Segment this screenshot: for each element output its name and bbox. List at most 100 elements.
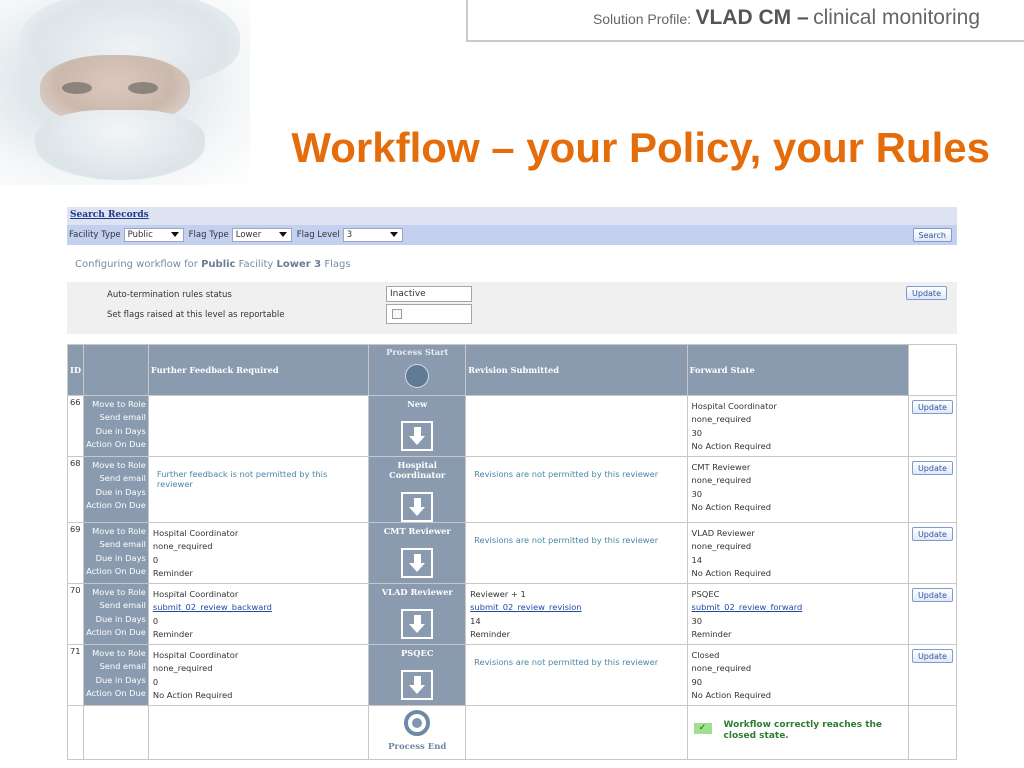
revision-cell-value [470, 413, 682, 426]
facility-type-select[interactable]: Public [123, 228, 184, 242]
key-label: Move to Role [92, 460, 146, 470]
workflow-row: 66 Move to Role Send email Due in Days Actio… [66, 395, 958, 457]
revision-cell-value [470, 427, 682, 440]
revision-cell-note: Revisions are not permitted by this revi… [474, 469, 659, 479]
row-update-button[interactable]: Update [911, 649, 953, 663]
revision-cell-note: Revisions are not permitted by this revi… [474, 535, 659, 545]
chevron-down-icon [278, 232, 287, 237]
further-cell-value [153, 400, 364, 413]
end-action-cell [907, 705, 958, 760]
row-key-labels: Move to Role Send email Due in Days Action … [83, 395, 149, 457]
keys-header [83, 344, 149, 396]
left-eye [62, 82, 92, 94]
row-update-button[interactable]: Update [911, 461, 953, 475]
reportable-checkbox[interactable] [392, 309, 402, 319]
forward-cell-value: VLAD Reviewer [691, 528, 755, 538]
settings-panel: Auto-termination rules status Inactive S… [67, 282, 957, 334]
revision-cell-email-link[interactable]: submit_02_review_revision [470, 601, 682, 614]
success-message: ✓ Workflow correctly reaches the closed … [688, 706, 908, 756]
forward-cell-email-link[interactable]: submit_02_review_forward [692, 601, 904, 614]
key-label: Send email [99, 600, 146, 611]
further-cell-value: Hospital Coordinator [152, 650, 239, 660]
forward-cell: Hospital Coordinator none_required 30 No Ac… [686, 395, 909, 457]
further-cell-value [153, 427, 364, 440]
revision-cell: Reviewer + 1 submit_02_review_revision 14 R… [465, 583, 688, 645]
further-cell-value: 0 [152, 676, 159, 687]
process-end-label: Process End [388, 742, 447, 752]
down-arrow-icon [401, 492, 434, 522]
end-revision-cell [465, 705, 688, 760]
further-cell-value: Reminder [152, 628, 193, 639]
auto-termination-label: Auto-termination rules status [107, 290, 232, 300]
slide-title: Workflow – your Policy, your Rules [291, 124, 990, 171]
further-cell: Hospital Coordinator none_required 0 Remind… [147, 522, 370, 584]
search-button[interactable]: Search [912, 228, 952, 242]
flag-type-select[interactable]: Lower [231, 228, 292, 242]
profile-box: Solution Profile: VLAD CM – clinical mon… [466, 0, 1024, 42]
reportable-field [386, 304, 472, 324]
profile-description: clinical monitoring [813, 6, 980, 29]
forward-cell-value: No Action Required [691, 567, 771, 578]
row-update-button[interactable]: Update [911, 400, 953, 414]
facility-type-label: Facility Type [69, 230, 121, 240]
process-start-icon [405, 364, 430, 388]
forward-cell: Closed none_required 90 No Action Required [686, 644, 909, 706]
settings-update-button[interactable]: Update [906, 286, 947, 300]
row-update-button[interactable]: Update [911, 588, 953, 602]
further-cell-value: 0 [152, 554, 159, 565]
flag-level-select[interactable]: 3 [342, 228, 403, 242]
reportable-label: Set flags raised at this level as report… [107, 310, 285, 320]
end-further-cell [147, 705, 370, 760]
revision-cell: Revisions are not permitted by this revi… [465, 522, 688, 584]
auto-termination-field[interactable]: Inactive [386, 286, 472, 302]
action-cell: Update [907, 456, 958, 523]
flag-level-value: 3 [346, 230, 353, 240]
search-records-link[interactable]: Search Records [70, 210, 149, 220]
stage-cell: Hospital Coordinator [368, 456, 467, 523]
process-start-header: Process Start [368, 344, 467, 396]
down-arrow-icon [401, 609, 434, 639]
success-text: Workflow correctly reaches the closed st… [723, 720, 883, 741]
key-label: Action On Due [86, 565, 146, 576]
key-label: Due in Days [95, 674, 146, 685]
row-update-button[interactable]: Update [911, 527, 953, 541]
row-key-labels: Move to Role Send email Due in Days Action … [83, 583, 149, 645]
further-cell-value: Hospital Coordinator [152, 528, 239, 538]
revision-cell-value: 14 [470, 615, 481, 626]
key-label: Action On Due [86, 499, 146, 510]
workflow-table: ID Further Feedback Required Process Sta… [66, 344, 958, 760]
action-cell: Update [907, 583, 958, 645]
further-cell-value: 0 [152, 615, 159, 626]
search-records-bar: Search Records [67, 207, 957, 225]
forward-cell: CMT Reviewer none_required 30 No Action Req… [686, 456, 909, 523]
forward-cell: PSQEC submit_02_review_forward 30 Reminder [686, 583, 909, 645]
revision-cell-value [470, 440, 682, 453]
further-cell-value [153, 413, 364, 426]
further-cell-value: Reminder [152, 567, 193, 578]
facility-type-value: Public [127, 230, 153, 240]
further-cell-value [153, 440, 364, 453]
workflow-app: Search Records Facility Type Public Flag… [67, 207, 957, 334]
row-key-labels: Move to Role Send email Due in Days Action … [83, 644, 149, 706]
further-cell: Further feedback is not permitted by thi… [147, 456, 370, 523]
stage-cell: CMT Reviewer [368, 522, 467, 584]
forward-cell-value: No Action Required [691, 501, 771, 512]
further-cell-value: none_required [152, 663, 213, 674]
forward-cell: VLAD Reviewer none_required 14 No Action Re… [686, 522, 909, 584]
forward-cell-value: PSQEC [691, 589, 720, 599]
row-key-labels: Move to Role Send email Due in Days Action … [83, 456, 149, 523]
stage-label: CMT Reviewer [383, 526, 451, 536]
further-header: Further Feedback Required [147, 344, 370, 396]
forward-cell-value: none_required [691, 414, 752, 425]
workflow-row: 68 Move to Role Send email Due in Days Actio… [66, 456, 958, 523]
revision-header: Revision Submitted [465, 344, 688, 396]
stage-label: Hospital Coordinator [389, 460, 446, 480]
key-label: Send email [99, 473, 146, 484]
further-cell-email-link[interactable]: submit_02_review_backward [153, 601, 364, 614]
stage-cell: New [368, 395, 467, 457]
row-id: 66 [66, 395, 85, 457]
forward-cell-value: Reminder [691, 628, 732, 639]
forward-cell-value: No Action Required [691, 689, 771, 700]
forward-cell-value: none_required [691, 663, 752, 674]
chevron-down-icon [170, 232, 179, 237]
